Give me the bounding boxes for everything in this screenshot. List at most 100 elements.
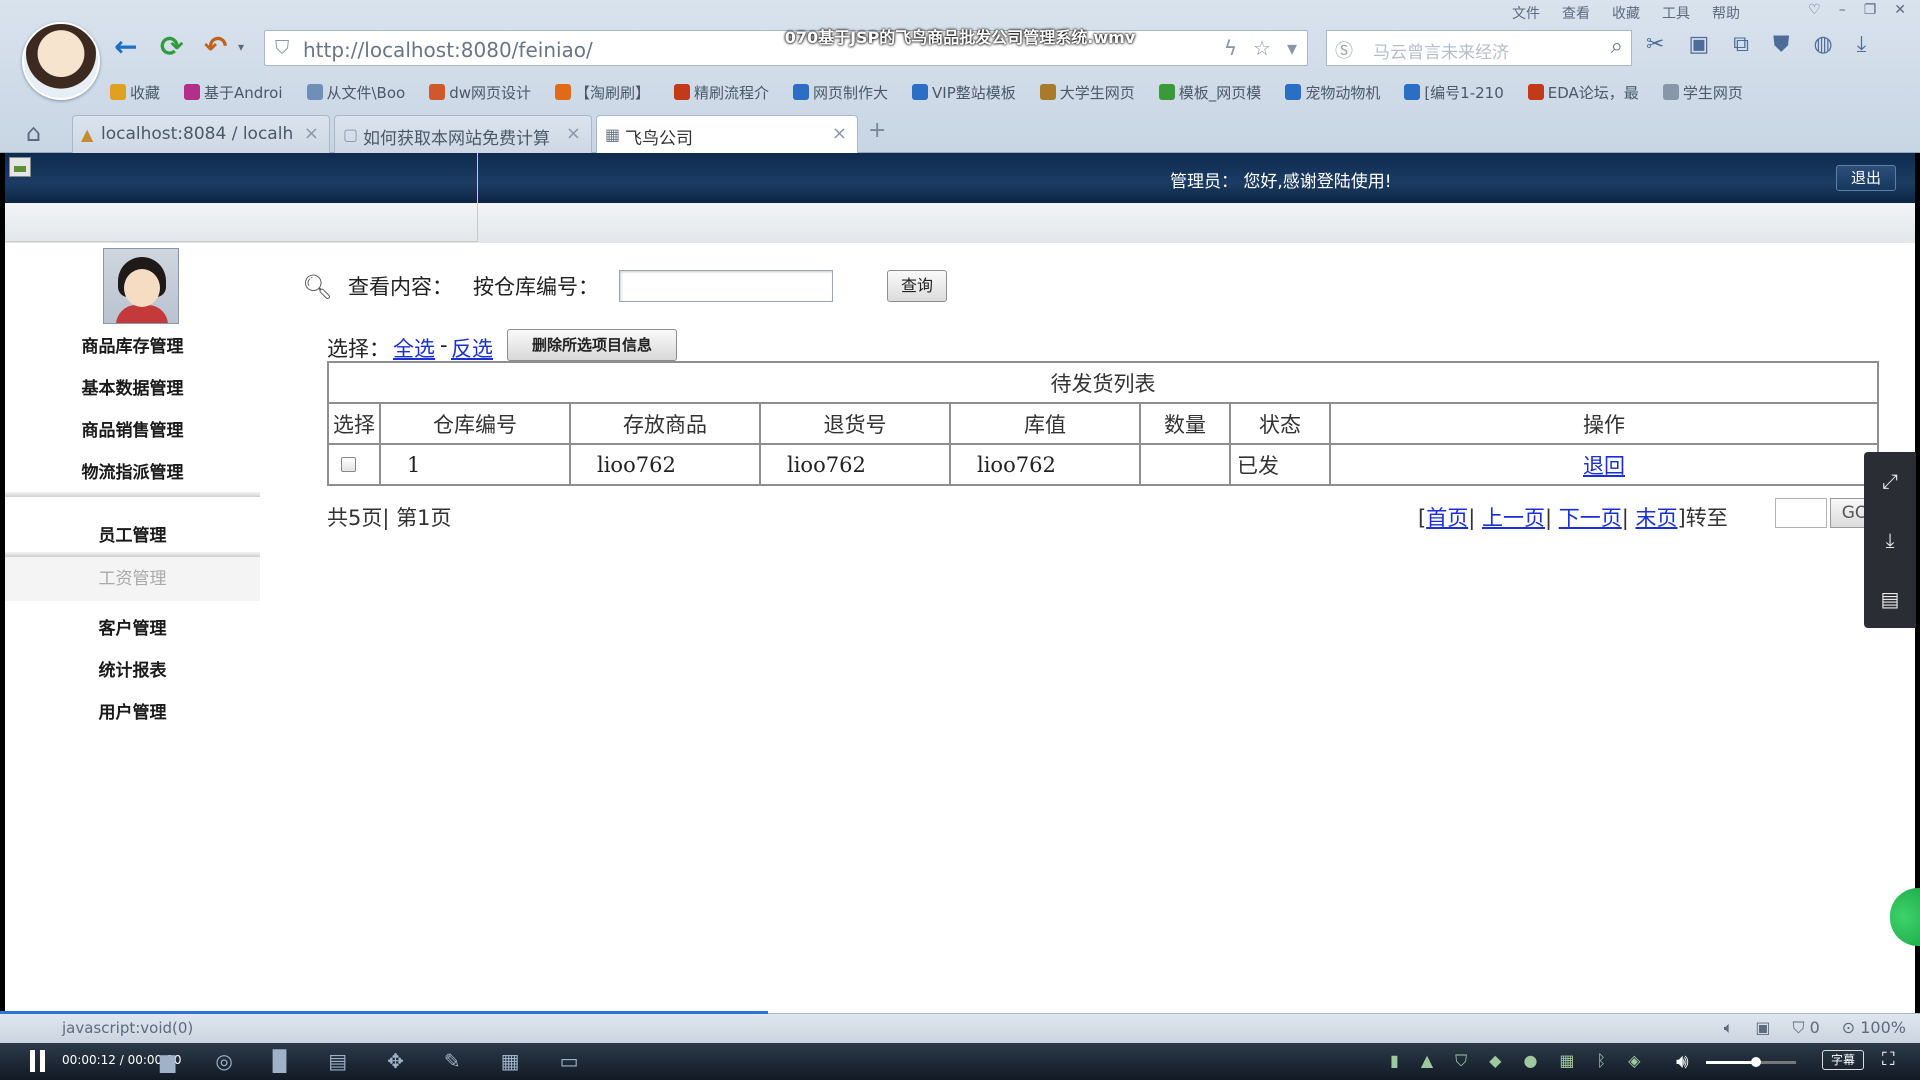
browser-icon[interactable]: ◎ bbox=[215, 1049, 232, 1073]
subtitle-button[interactable]: 字幕 bbox=[1822, 1050, 1864, 1070]
tray-icon[interactable]: ▦ bbox=[1559, 1051, 1574, 1071]
tab-free-computing[interactable]: ▢ 如何获取本网站免费计算 × bbox=[334, 115, 592, 153]
bookmark-label: dw网页设计 bbox=[449, 83, 531, 102]
next-page-link[interactable]: 下一页 bbox=[1559, 506, 1622, 530]
last-page-link[interactable]: 末页 bbox=[1636, 506, 1678, 530]
bookmark-item[interactable]: 网页制作大 bbox=[793, 82, 888, 103]
bookmark-item[interactable]: 收藏 bbox=[110, 82, 160, 103]
delete-selected-button[interactable]: 删除所选项目信息 bbox=[507, 329, 677, 361]
bluetooth-icon[interactable]: ᛒ bbox=[1597, 1051, 1607, 1071]
tray-icon[interactable]: ● bbox=[1523, 1051, 1537, 1071]
menu-favorites[interactable]: 收藏 bbox=[1612, 3, 1640, 23]
greeting-text: 管理员： 您好,感谢登陆使用! bbox=[1170, 172, 1392, 192]
bookmark-item[interactable]: EDA论坛，最 bbox=[1527, 82, 1639, 103]
briefcase-icon[interactable]: ▣ bbox=[1755, 1018, 1770, 1038]
volume-knob[interactable] bbox=[1750, 1057, 1761, 1067]
folder-icon bbox=[306, 84, 323, 100]
bookmark-item[interactable]: 学生网页 bbox=[1662, 82, 1743, 103]
column-header: 库值 bbox=[949, 402, 1141, 445]
bookmark-item[interactable]: 宠物动物机 bbox=[1285, 82, 1380, 103]
warehouse-number-input[interactable] bbox=[619, 270, 833, 302]
sidebar-item-customers[interactable]: 客户管理 bbox=[5, 614, 260, 639]
query-button[interactable]: 查询 bbox=[887, 270, 947, 302]
tray-icon[interactable]: ▲ bbox=[1421, 1051, 1433, 1071]
first-page-link[interactable]: 首页 bbox=[1426, 506, 1468, 530]
tray-icon[interactable]: ▮ bbox=[1390, 1051, 1399, 1071]
logout-button[interactable]: 退出 bbox=[1836, 165, 1896, 191]
zoom-icon[interactable]: ⊙ 100% bbox=[1842, 1018, 1906, 1038]
speaker-icon[interactable]: 🔈︎ bbox=[1724, 1018, 1734, 1038]
close-icon[interactable]: × bbox=[304, 123, 319, 144]
window-icon[interactable]: ▦ bbox=[501, 1049, 520, 1073]
magnifier-icon: 🔍︎ bbox=[302, 273, 333, 301]
app-icon[interactable]: ▉ bbox=[273, 1049, 288, 1073]
sidebar-item-logistics[interactable]: 物流指派管理 bbox=[5, 458, 260, 483]
bookmark-item[interactable]: dw网页设计 bbox=[429, 82, 531, 103]
floating-side-panel: ⤢ ⤓ ▤ bbox=[1864, 452, 1916, 628]
shield-icon[interactable]: ⛉ 0 bbox=[1792, 1018, 1819, 1038]
taobao-icon bbox=[555, 84, 571, 100]
row-checkbox[interactable] bbox=[341, 456, 356, 472]
select-all-link[interactable]: 全选 bbox=[393, 333, 435, 363]
tray-icon[interactable]: ◆ bbox=[1489, 1051, 1501, 1071]
invert-selection-link[interactable]: 反选 bbox=[451, 333, 493, 363]
bookmark-item[interactable]: 模板_网页模 bbox=[1158, 82, 1261, 103]
tray-icon[interactable]: ◈ bbox=[1628, 1051, 1640, 1071]
sidebar-item-users[interactable]: 用户管理 bbox=[5, 698, 260, 723]
close-icon[interactable]: × bbox=[832, 123, 847, 144]
tab-localhost[interactable]: ▲ localhost:8084 / localh × bbox=[72, 115, 330, 153]
sidebar-item-employees[interactable]: 员工管理 bbox=[5, 521, 260, 546]
calendar-icon[interactable]: ▤ bbox=[1881, 587, 1900, 611]
video-progress-bar[interactable] bbox=[0, 1011, 768, 1014]
explorer-icon[interactable]: ▤ bbox=[328, 1049, 347, 1073]
bookmark-item[interactable]: 基于Androi bbox=[184, 82, 283, 103]
bookmark-item[interactable]: 精刷流程介 bbox=[674, 82, 769, 103]
skin-icon[interactable]: ♡ bbox=[1808, 2, 1821, 18]
return-link[interactable]: 退回 bbox=[1583, 454, 1625, 478]
shield-icon bbox=[674, 84, 691, 100]
tool-icon[interactable]: ✥ bbox=[387, 1049, 404, 1073]
column-header: 存放商品 bbox=[569, 402, 761, 445]
bookmark-item[interactable]: [编号1-210 bbox=[1404, 82, 1504, 103]
database-icon: ▲ bbox=[81, 125, 94, 144]
goto-page-input[interactable] bbox=[1775, 498, 1827, 528]
monitor-icon[interactable]: ▭ bbox=[560, 1049, 579, 1073]
sidebar-item-basic-data[interactable]: 基本数据管理 bbox=[5, 374, 260, 399]
shield-icon[interactable]: ⛉ bbox=[1455, 1051, 1467, 1071]
menu-help[interactable]: 帮助 bbox=[1712, 3, 1740, 23]
sidebar-item-salary[interactable]: 工资管理 bbox=[5, 557, 260, 601]
bookmark-item[interactable]: 【淘刷刷】 bbox=[555, 82, 650, 103]
minimize-icon[interactable]: – bbox=[1839, 2, 1846, 18]
new-tab-button[interactable]: + bbox=[868, 118, 886, 143]
tab-feiniao[interactable]: ▦ 飞鸟公司 × bbox=[596, 115, 858, 153]
column-header: 退货号 bbox=[759, 402, 951, 445]
fullscreen-icon[interactable]: ⛶ bbox=[1882, 1049, 1895, 1070]
folder-icon[interactable]: ▆ bbox=[160, 1049, 175, 1073]
window-controls: ♡ – ❐ ✕ bbox=[1808, 2, 1906, 18]
pen-icon[interactable]: ✎ bbox=[444, 1049, 461, 1073]
volume-icon[interactable]: 🔊︎ bbox=[1676, 1049, 1689, 1073]
menu-tools[interactable]: 工具 bbox=[1662, 3, 1690, 23]
cell-quantity bbox=[1139, 443, 1231, 486]
pause-icon[interactable] bbox=[28, 1050, 48, 1072]
bookmark-item[interactable]: VIP整站模板 bbox=[912, 82, 1016, 103]
sidebar-item-sales[interactable]: 商品销售管理 bbox=[5, 416, 260, 441]
sidebar-item-inventory[interactable]: 商品库存管理 bbox=[5, 332, 260, 357]
menu-file[interactable]: 文件 bbox=[1512, 3, 1540, 23]
share-icon[interactable]: ⤢ bbox=[1882, 469, 1898, 493]
prev-page-link[interactable]: 上一页 bbox=[1482, 506, 1545, 530]
home-icon[interactable]: ⌂ bbox=[26, 119, 41, 147]
avatar bbox=[103, 248, 179, 324]
bookmark-item[interactable]: 从文件\Boo bbox=[306, 82, 405, 103]
sidebar-item-reports[interactable]: 统计报表 bbox=[5, 656, 260, 681]
bookmark-item[interactable]: 大学生网页 bbox=[1039, 82, 1135, 103]
close-window-icon[interactable]: ✕ bbox=[1894, 2, 1906, 18]
table-caption: 待发货列表 bbox=[327, 361, 1879, 404]
volume-slider[interactable] bbox=[1706, 1057, 1796, 1067]
eda-icon bbox=[1527, 84, 1544, 100]
close-icon[interactable]: × bbox=[566, 123, 581, 144]
restore-icon[interactable]: ❐ bbox=[1864, 2, 1877, 18]
bookmark-label: 网页制作大 bbox=[813, 83, 889, 102]
download-icon[interactable]: ⤓ bbox=[1886, 528, 1895, 552]
menu-view[interactable]: 查看 bbox=[1562, 3, 1590, 23]
